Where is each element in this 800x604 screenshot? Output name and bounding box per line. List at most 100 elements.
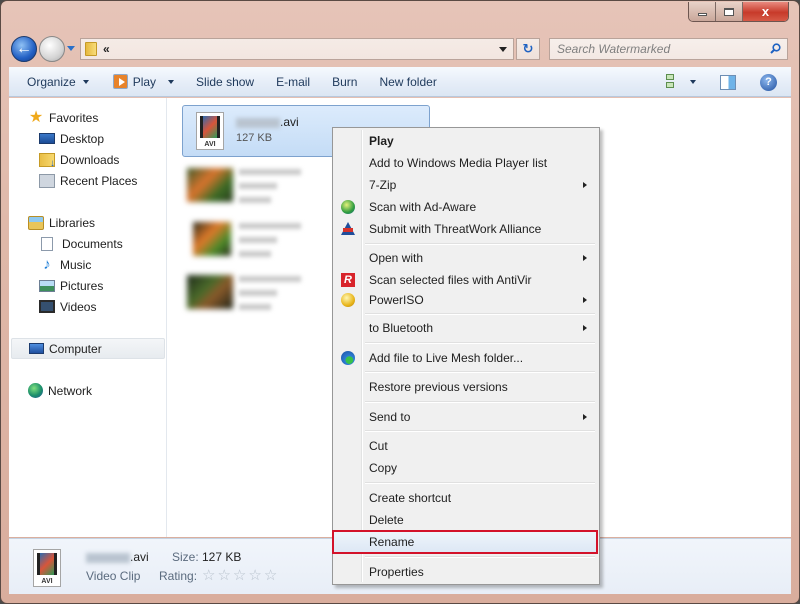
documents-icon: [41, 236, 53, 251]
play-button[interactable]: Play: [104, 70, 183, 94]
blurred-filename: [236, 117, 280, 128]
menu-item-bluetooth[interactable]: to Bluetooth: [335, 317, 597, 339]
menu-item-open-with[interactable]: Open with: [335, 247, 597, 269]
nav-recent-places[interactable]: Recent Places: [9, 170, 167, 191]
menu-item-add-to-wmp-list[interactable]: Add to Windows Media Player list: [335, 152, 597, 174]
music-icon: ♪: [43, 255, 51, 273]
network-group: Network: [9, 380, 167, 401]
menu-item-live-mesh[interactable]: Add file to Live Mesh folder...: [335, 347, 597, 369]
chevron-down-icon: [82, 79, 89, 84]
star-icon[interactable]: ☆: [217, 566, 230, 584]
favorites-group: ★ Favorites Desktop Downloads Recent Plac…: [9, 107, 167, 191]
new-folder-button[interactable]: New folder: [370, 70, 445, 94]
menu-item-cut[interactable]: Cut: [335, 435, 597, 457]
nav-documents[interactable]: Documents: [9, 233, 167, 254]
file-item[interactable]: [187, 271, 347, 315]
pictures-icon: [39, 279, 55, 292]
organize-button[interactable]: Organize: [18, 70, 98, 94]
blurred-file-info: [239, 218, 301, 265]
menu-item-poweriso[interactable]: PowerISO: [335, 289, 597, 311]
help-icon[interactable]: ?: [760, 73, 777, 91]
star-icon[interactable]: ☆: [202, 566, 215, 584]
nav-videos[interactable]: Videos: [9, 296, 167, 317]
nav-favorites[interactable]: ★ Favorites: [9, 107, 167, 128]
nav-libraries[interactable]: Libraries: [9, 212, 167, 233]
menu-item-restore-versions[interactable]: Restore previous versions: [335, 376, 597, 398]
menu-item-7zip[interactable]: 7-Zip: [335, 174, 597, 196]
nav-label: Desktop: [60, 131, 105, 146]
videos-icon: [39, 300, 55, 313]
view-options-dropdown[interactable]: [690, 80, 696, 84]
slide-show-button[interactable]: Slide show: [187, 70, 263, 94]
search-icon[interactable]: [770, 43, 781, 54]
toolbar-right: ?: [666, 70, 777, 94]
file-item[interactable]: [187, 218, 347, 262]
menu-separator: [365, 482, 595, 484]
star-icon[interactable]: ☆: [248, 566, 261, 584]
menu-separator: [365, 243, 595, 245]
change-view-icon[interactable]: [666, 74, 682, 90]
search-box[interactable]: [549, 38, 788, 60]
breadcrumb-overflow[interactable]: «: [103, 42, 110, 56]
minimize-button[interactable]: [689, 2, 716, 21]
star-icon[interactable]: ☆: [264, 566, 277, 584]
threatwork-icon: [341, 222, 355, 235]
menu-item-label: Create shortcut: [369, 491, 452, 505]
menu-item-label: Copy: [369, 461, 398, 475]
computer-icon: [29, 343, 44, 354]
menu-item-scan-antivir[interactable]: R Scan selected files with AntiVir: [335, 269, 597, 291]
nav-computer[interactable]: Computer: [11, 338, 165, 359]
menu-item-label: Submit with ThreatWork Alliance: [369, 222, 542, 236]
menu-separator: [365, 342, 595, 344]
nav-label: Music: [60, 257, 92, 272]
menu-item-play[interactable]: Play: [335, 130, 597, 152]
nav-label: Recent Places: [60, 173, 138, 188]
menu-item-rename[interactable]: Rename: [335, 531, 597, 553]
burn-button[interactable]: Burn: [323, 70, 366, 94]
play-label: Play: [132, 74, 157, 89]
blurred-filename: [86, 552, 130, 563]
preview-pane-icon[interactable]: [720, 74, 736, 90]
refresh-icon: ↻: [522, 41, 534, 56]
file-name: .avi: [236, 115, 299, 129]
search-input[interactable]: [557, 42, 757, 56]
menu-item-label: Cut: [369, 439, 388, 453]
address-bar[interactable]: «: [80, 38, 514, 60]
close-icon: x: [761, 4, 770, 19]
command-bar: Organize Play Slide show E-mail Burn New…: [9, 67, 791, 97]
details-file-type: Video Clip: [86, 569, 141, 583]
menu-item-create-shortcut[interactable]: Create shortcut: [335, 487, 597, 509]
blurred-file-info: [239, 164, 301, 211]
recent-pages-dropdown[interactable]: [67, 46, 75, 51]
blurred-file-info: [239, 271, 301, 318]
minimize-icon: [697, 13, 707, 16]
nav-pictures[interactable]: Pictures: [9, 275, 167, 296]
avi-file-icon: AVI: [196, 112, 224, 150]
menu-item-copy[interactable]: Copy: [335, 457, 597, 479]
refresh-button[interactable]: ↻: [516, 38, 540, 60]
close-button[interactable]: x: [743, 2, 788, 21]
nav-downloads[interactable]: Downloads: [9, 149, 167, 170]
file-extension: .avi: [280, 115, 299, 129]
menu-item-label: Open with: [369, 251, 424, 265]
menu-item-send-to[interactable]: Send to: [335, 406, 597, 428]
forward-button[interactable]: [39, 36, 65, 62]
menu-item-properties[interactable]: Properties: [335, 561, 597, 583]
menu-item-threatwork[interactable]: Submit with ThreatWork Alliance: [335, 218, 597, 240]
email-button[interactable]: E-mail: [267, 70, 319, 94]
image-thumbnail: [187, 168, 233, 202]
back-button[interactable]: ←: [11, 36, 37, 62]
rating-stars[interactable]: ☆ ☆ ☆ ☆ ☆: [202, 566, 277, 584]
nav-desktop[interactable]: Desktop: [9, 128, 167, 149]
desktop-icon: [39, 133, 55, 144]
menu-item-delete[interactable]: Delete: [335, 509, 597, 531]
maximize-button[interactable]: [716, 2, 743, 21]
star-icon[interactable]: ☆: [233, 566, 246, 584]
nav-label: Favorites: [49, 110, 99, 125]
nav-network[interactable]: Network: [9, 380, 167, 401]
nav-music[interactable]: ♪ Music: [9, 254, 167, 275]
file-item[interactable]: [187, 164, 347, 208]
menu-item-scan-ad-aware[interactable]: Scan with Ad-Aware: [335, 196, 597, 218]
nav-label: Videos: [60, 299, 97, 314]
address-history-dropdown[interactable]: [499, 47, 507, 52]
